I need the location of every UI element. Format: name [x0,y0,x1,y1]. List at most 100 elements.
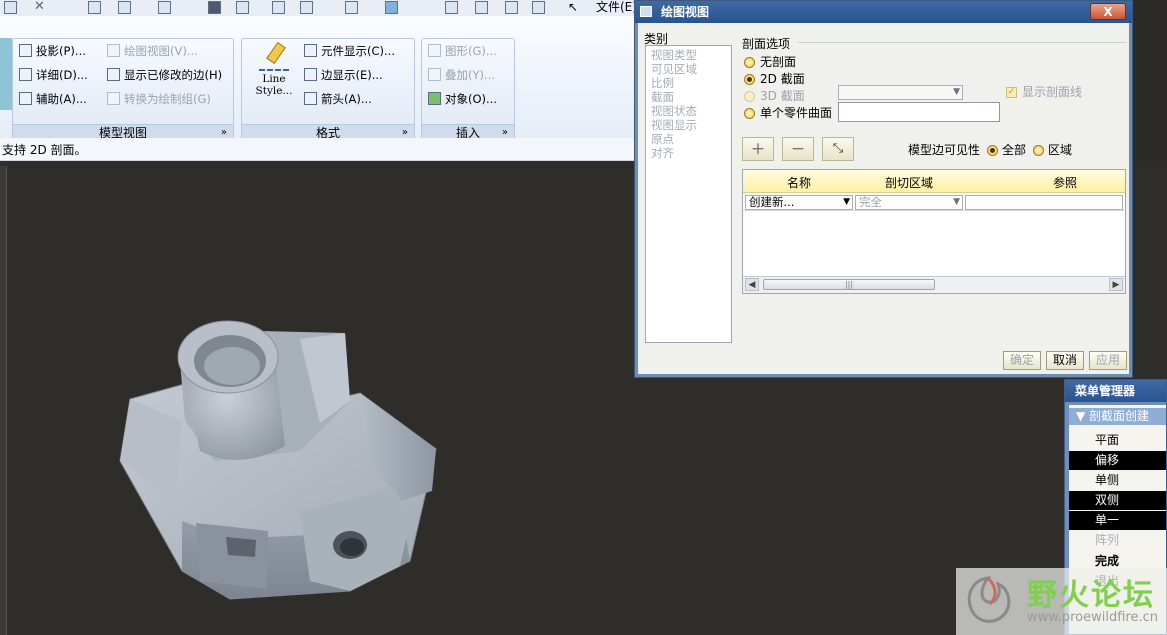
menu-item-both-sides[interactable]: 双侧 [1069,491,1166,510]
group-model-views: 投影(P)... 绘图视图(V)... 详细(D)... 显示已修改的边(H) … [12,38,234,142]
dialog-titlebar[interactable]: 绘图视图 X [635,1,1132,23]
modified-edges-icon [107,68,120,81]
group-format: Line Style... 元件显示(C)... 边显示(E)... 箭头(A)… [241,38,415,142]
menu-manager-title[interactable]: 菜单管理器 [1065,380,1166,402]
arrow-edit-icon: ⤡ [832,141,844,156]
new-file-icon[interactable] [4,1,17,14]
menu-item-single[interactable]: 单一 [1069,511,1166,530]
no-section-radio[interactable] [744,57,755,68]
cancel-button[interactable]: 取消 [1046,351,1084,370]
graph-button[interactable]: 图形(G)... [428,41,497,61]
tree-icon[interactable] [118,1,131,14]
column-header-name[interactable]: 名称 [787,174,811,191]
visibility-all-label: 全部 [1002,143,1027,157]
watermark-logo-icon [967,576,1011,623]
axis-icon[interactable] [505,1,518,14]
single-part-surface-field[interactable] [838,102,1000,122]
save-icon[interactable] [208,1,221,14]
component-display-icon [304,44,317,57]
projection-button[interactable]: 投影(P)... [19,41,86,61]
remove-section-button[interactable]: − [782,137,814,161]
arrows-button[interactable]: 箭头(A)... [304,89,372,109]
column-header-reference[interactable]: 参照 [1053,174,1077,191]
visibility-all-radio[interactable] [987,145,998,156]
ok-button[interactable]: 确定 [1003,351,1041,370]
add-section-button[interactable]: + [742,137,774,161]
watermark: 野火论坛 www.proewildfire.cn [956,568,1167,635]
chevron-down-icon: ▼ [843,197,850,207]
scrollbar-thumb[interactable]: ||| [763,279,935,290]
layers-icon[interactable] [88,1,101,14]
show-section-lines-checkbox[interactable]: ✓ [1006,87,1017,98]
cut-area-combo[interactable]: 完全 ▼ [855,195,963,210]
dialog-body: 类别 视图类型 可见区域 比例 截面 视图状态 视图显示 原点 对齐 剖面选项 … [638,23,1129,374]
close-icon[interactable]: ✕ [34,0,47,14]
edit-icon[interactable] [272,1,285,14]
table-horizontal-scrollbar[interactable]: ◀ ||| ▶ [743,276,1125,293]
watermark-text: 野火论坛 [1027,578,1155,613]
section-2d-radio[interactable] [744,74,755,85]
category-item-view-type[interactable]: 视图类型 [651,48,726,62]
window-icon[interactable] [385,1,398,14]
category-item-scale[interactable]: 比例 [651,76,726,90]
menu-item-one-side[interactable]: 单侧 [1069,471,1166,490]
section-tool-button[interactable]: ⤡ [822,137,854,161]
scroll-left-icon[interactable]: ◀ [745,278,759,291]
line-style-icon [259,41,289,71]
close-button[interactable]: X [1090,3,1126,20]
pointer-icon[interactable]: ↖ [568,1,581,14]
auxiliary-button[interactable]: 辅助(A)... [19,89,87,109]
section-name-combo[interactable]: 创建新... ▼ [745,195,853,210]
detail-button[interactable]: 详细(D)... [19,65,88,85]
drawing-view-button[interactable]: 绘图视图(V)... [107,41,198,61]
sketch-icon[interactable] [445,1,458,14]
edge-display-button[interactable]: 边显示(E)... [304,65,383,85]
convert-to-draw-group-button[interactable]: 转换为绘制组(G) [107,89,211,109]
zoom-icon[interactable] [345,1,358,14]
object-button[interactable]: 对象(O)... [428,89,497,109]
scroll-right-icon[interactable]: ▶ [1109,278,1123,291]
line-style-button[interactable]: Line Style... [248,41,300,107]
drawing-view-dialog: 绘图视图 X 类别 视图类型 可见区域 比例 截面 视图状态 视图显示 原点 对… [634,0,1133,378]
show-modified-edges-button[interactable]: 显示已修改的边(H) [107,65,222,85]
overlay-button[interactable]: 叠加(Y)... [428,65,495,85]
category-item-alignment[interactable]: 对齐 [651,146,726,160]
undo-icon[interactable] [300,1,313,14]
category-item-sections[interactable]: 截面 [651,90,726,104]
status-message: 支持 2D 剖面。 [2,143,87,157]
menu-item-plane[interactable]: 平面 [1069,431,1166,450]
category-item-view-display[interactable]: 视图显示 [651,118,726,132]
dialog-app-icon [640,6,652,17]
category-list: 视图类型 可见区域 比例 截面 视图状态 视图显示 原点 对齐 [645,45,732,343]
component-display-button[interactable]: 元件显示(C)... [304,41,395,61]
category-item-visible-area[interactable]: 可见区域 [651,62,726,76]
ribbon-left-strip [0,38,12,110]
category-item-view-states[interactable]: 视图状态 [651,104,726,118]
select-box-icon[interactable] [158,1,171,14]
dialog-title: 绘图视图 [661,5,710,19]
overlay-icon [428,68,441,81]
datum-icon[interactable] [475,1,488,14]
menu-section-header[interactable]: ▼ 剖截面创建 [1069,408,1166,425]
file-menu[interactable]: 文件(E) [596,0,637,14]
section-3d-combo[interactable]: ▼ [838,85,963,100]
copy-icon[interactable] [236,1,249,14]
column-header-cut-area[interactable]: 剖切区域 [885,174,933,191]
point-icon[interactable] [532,1,545,14]
object-icon [428,92,441,105]
menu-item-pattern[interactable]: 阵列 [1069,531,1166,550]
menu-item-offset[interactable]: 偏移 [1069,451,1166,470]
chevron-down-icon: ▼ [953,87,960,97]
reference-field[interactable] [965,195,1123,210]
section-3d-radio[interactable] [744,91,755,102]
single-part-surface-radio[interactable] [744,108,755,119]
convert-icon [107,92,120,105]
section-options-label: 剖面选项 [742,35,794,52]
apply-button[interactable]: 应用 [1089,351,1127,370]
auxiliary-icon [19,92,32,105]
drawing-view-icon [107,44,120,57]
category-item-origin[interactable]: 原点 [651,132,726,146]
visibility-area-radio[interactable] [1033,145,1044,156]
watermark-url: www.proewildfire.cn [1027,610,1158,625]
edge-display-icon [304,68,317,81]
